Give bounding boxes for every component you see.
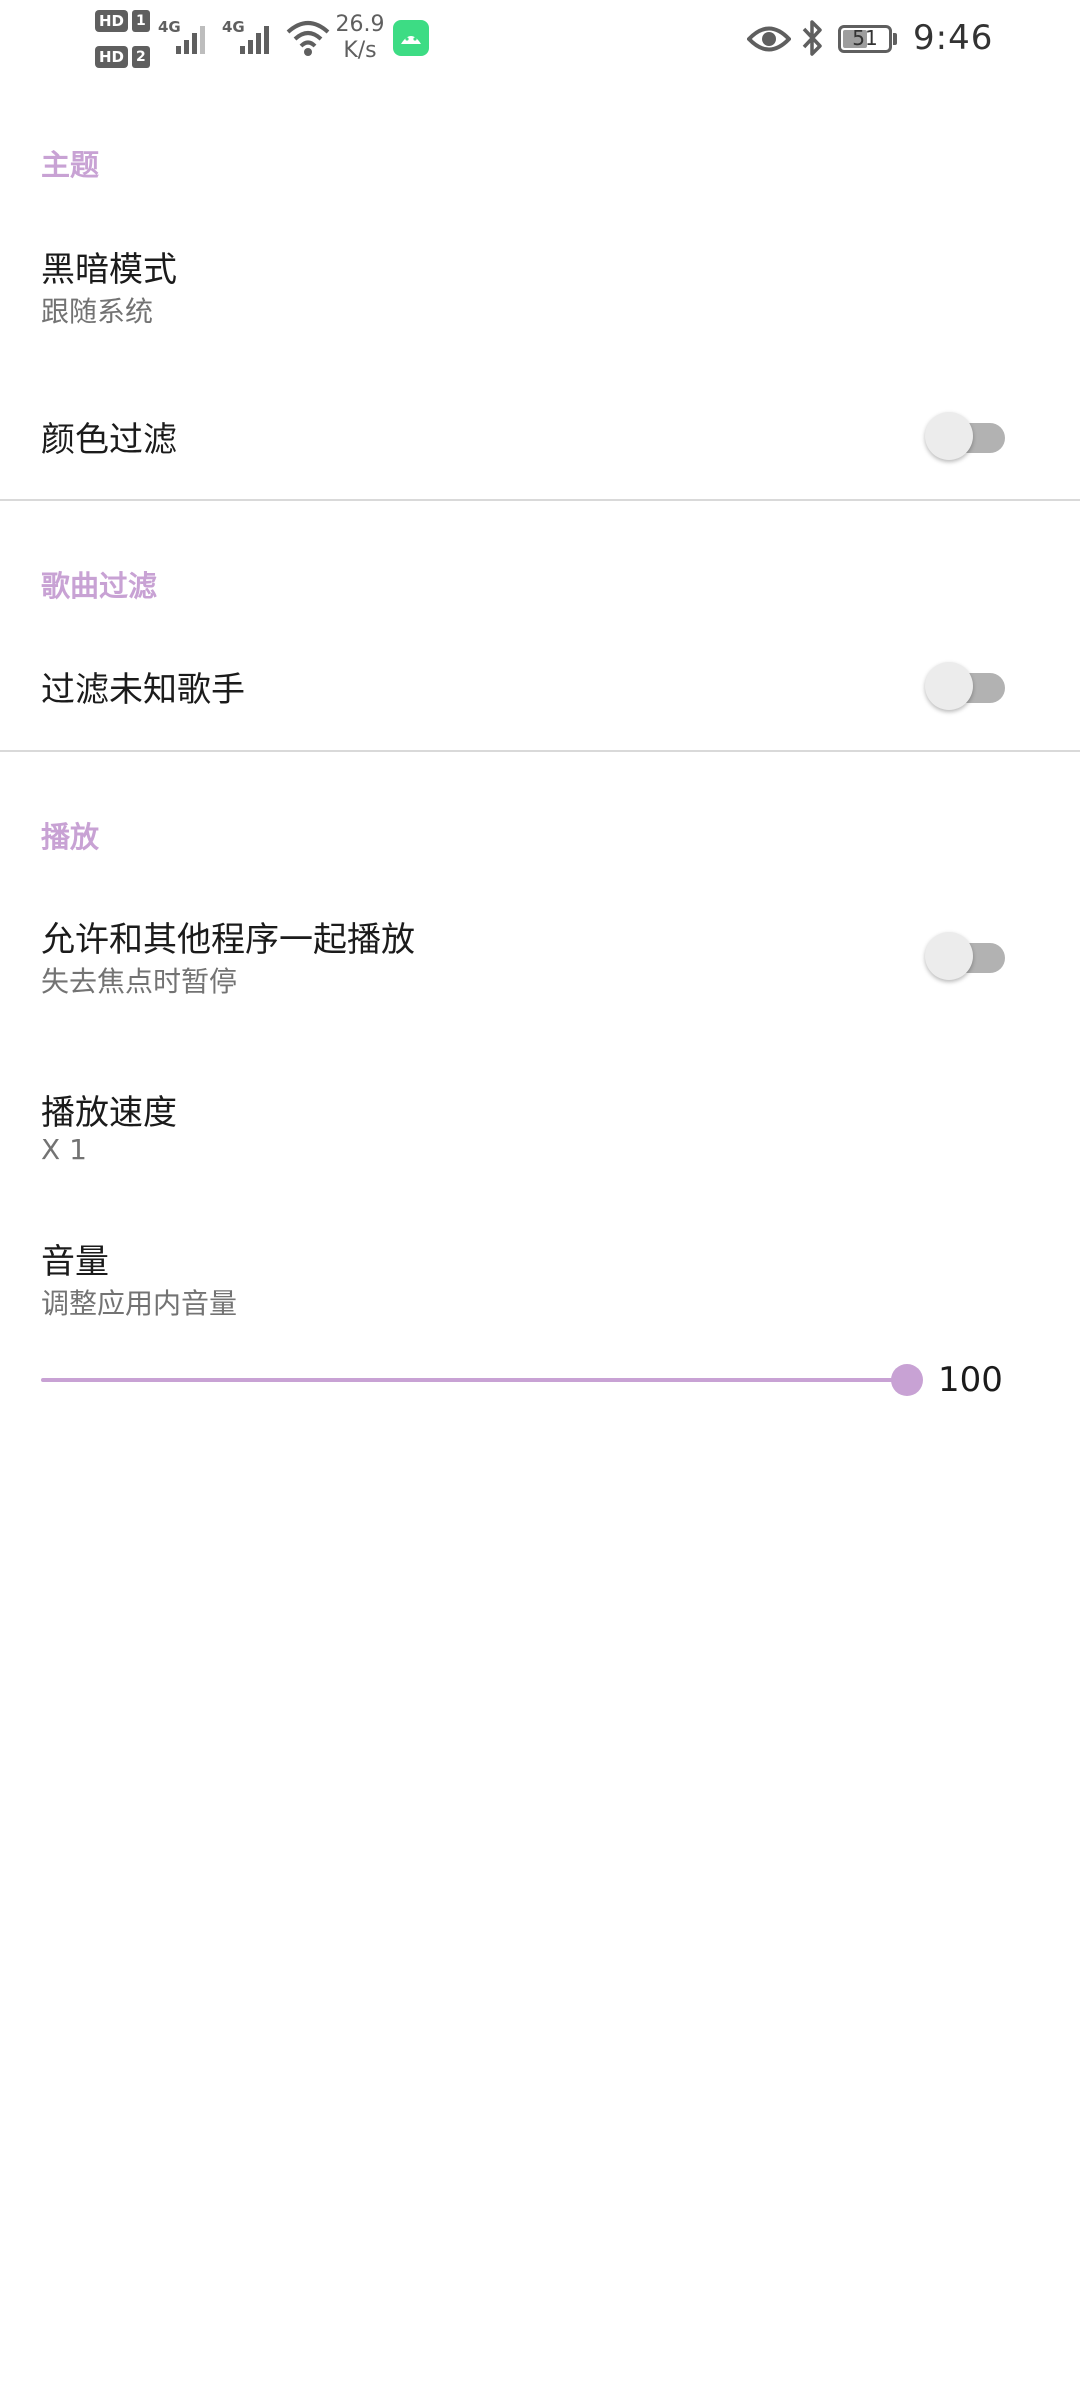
switch-thumb — [925, 412, 973, 460]
status-bar: HD 1 HD 2 4G 4G 26.9 K/s 51 9:46 — [0, 0, 1080, 80]
pref-title: 过滤未知歌手 — [41, 670, 245, 710]
hd-sim1-badge: HD 1 — [95, 10, 150, 32]
allow-mix-switch[interactable] — [925, 928, 1011, 984]
hd-sim2-badge: HD 2 — [95, 46, 150, 68]
pref-volume: 音量 调整应用内音量 — [0, 1212, 1080, 1332]
hd-label: HD — [95, 46, 129, 68]
network-speed-unit: K/s — [343, 38, 377, 63]
pref-title: 音量 — [41, 1242, 109, 1282]
network-speed-value: 26.9 — [335, 12, 385, 37]
pref-title: 颜色过滤 — [41, 420, 177, 460]
pref-title: 播放速度 — [41, 1093, 177, 1133]
pref-allow-mix[interactable]: 允许和其他程序一起播放 失去焦点时暂停 — [0, 890, 1080, 1020]
sim-number: 2 — [132, 46, 150, 68]
battery-tip — [893, 33, 897, 45]
volume-slider-track[interactable] — [41, 1378, 907, 1382]
signal-strength-icon — [240, 26, 269, 54]
switch-thumb — [925, 932, 973, 980]
sim-number: 1 — [132, 10, 150, 32]
signal-strength-icon — [176, 26, 205, 54]
category-header-playback: 播放 — [41, 820, 100, 854]
pref-dark-mode[interactable]: 黑暗模式 跟随系统 — [0, 220, 1080, 340]
color-filter-switch[interactable] — [925, 408, 1011, 464]
eye-comfort-icon — [747, 26, 791, 52]
network-speed: 26.9 K/s — [330, 12, 390, 64]
bluetooth-icon — [802, 20, 822, 56]
pref-color-filter[interactable]: 颜色过滤 — [0, 380, 1080, 490]
battery-icon: 51 — [838, 25, 892, 53]
section-divider — [0, 750, 1080, 752]
switch-thumb — [925, 662, 973, 710]
android-app-icon — [393, 20, 429, 56]
pref-summary: 跟随系统 — [41, 295, 154, 328]
pref-filter-unknown-artist[interactable]: 过滤未知歌手 — [0, 632, 1080, 742]
hd-label: HD — [95, 10, 129, 32]
pref-summary: X 1 — [41, 1133, 87, 1166]
filter-unknown-artist-switch[interactable] — [925, 658, 1011, 714]
pref-summary: 调整应用内音量 — [41, 1287, 238, 1320]
volume-slider-thumb[interactable] — [891, 1364, 923, 1396]
volume-value: 100 — [938, 1360, 1003, 1400]
section-divider — [0, 499, 1080, 501]
pref-summary: 失去焦点时暂停 — [41, 965, 238, 998]
pref-playback-speed[interactable]: 播放速度 X 1 — [0, 1060, 1080, 1190]
category-header-theme: 主题 — [41, 148, 100, 182]
pref-title: 允许和其他程序一起播放 — [41, 920, 415, 960]
clock: 9:46 — [913, 18, 994, 58]
battery-percent: 51 — [852, 26, 878, 50]
pref-title: 黑暗模式 — [41, 250, 177, 290]
category-header-song-filter: 歌曲过滤 — [41, 569, 158, 603]
wifi-icon — [286, 21, 330, 56]
